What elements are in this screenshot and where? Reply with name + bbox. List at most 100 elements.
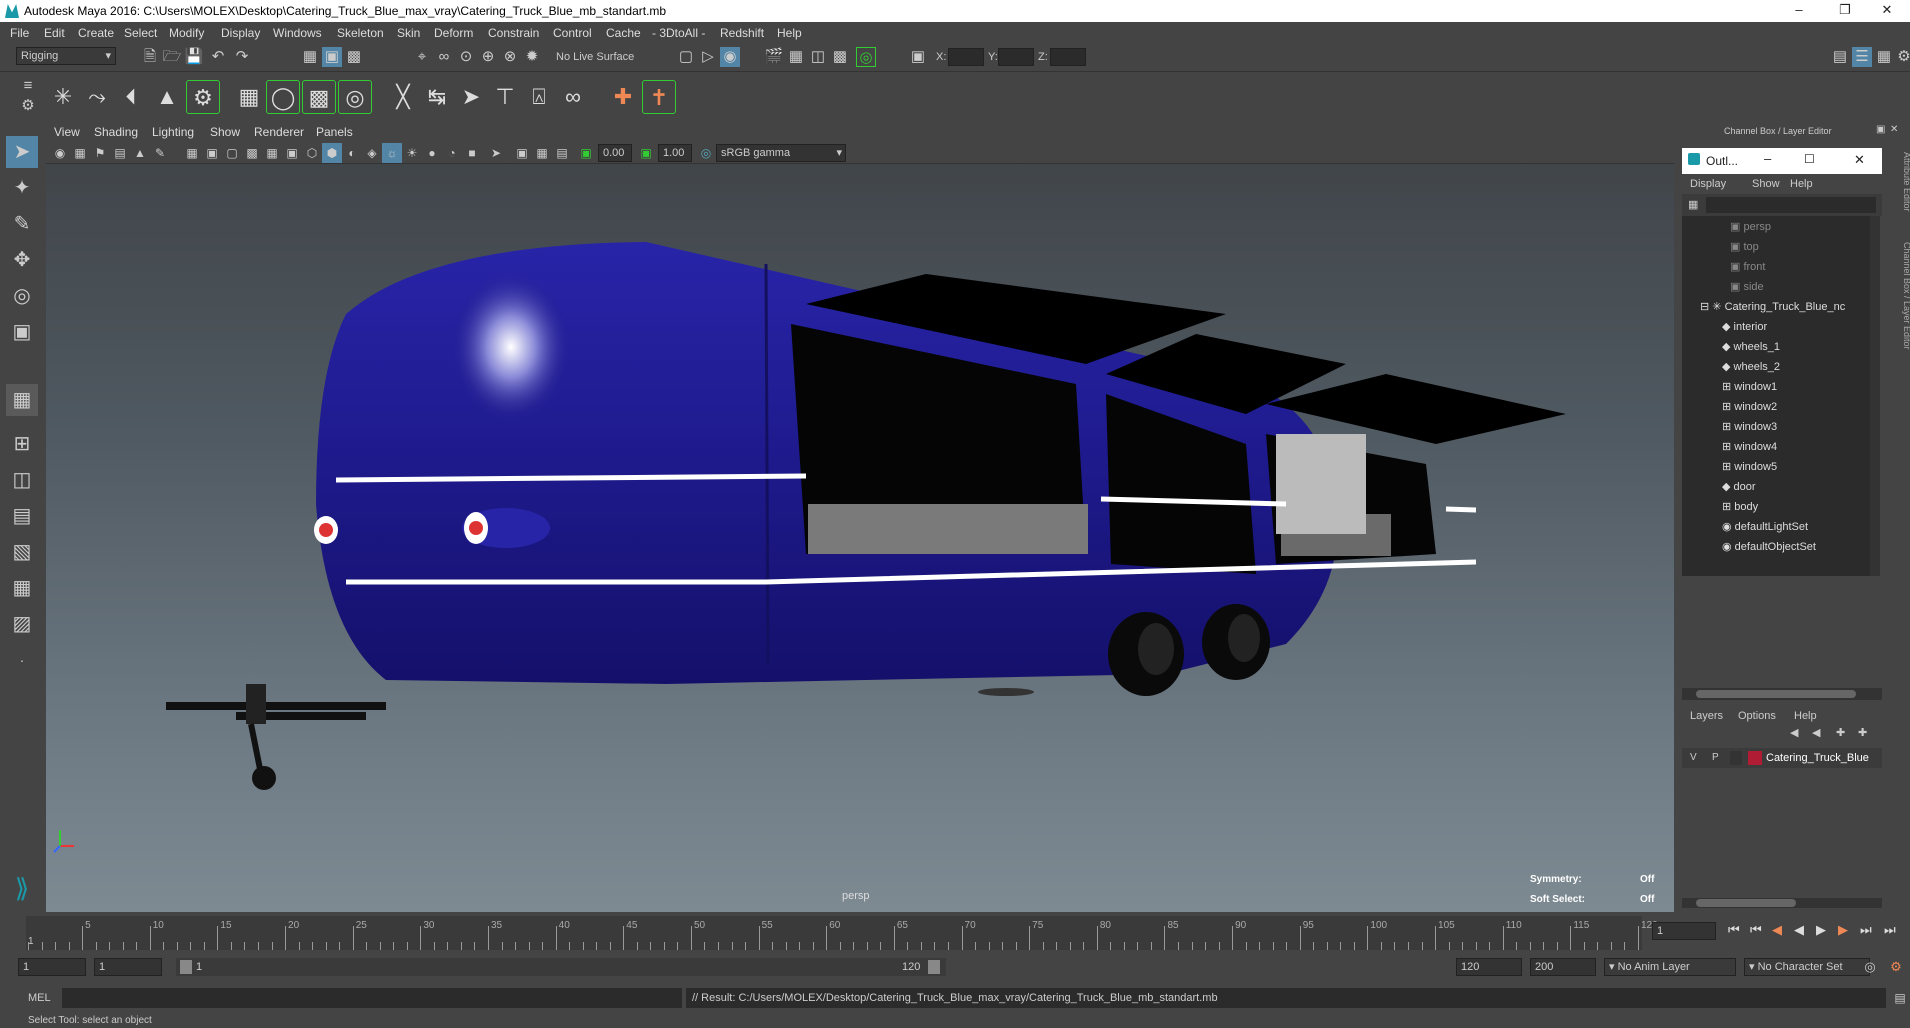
- command-input[interactable]: [62, 988, 682, 1008]
- undo-icon[interactable]: ↶: [208, 47, 228, 67]
- anim-end-field[interactable]: 200: [1530, 958, 1596, 976]
- snap-curve-icon[interactable]: ∞: [434, 47, 454, 67]
- film-gate-icon[interactable]: ▣: [202, 143, 222, 163]
- shelf-menu-icon[interactable]: ≡: [18, 76, 38, 96]
- menu-constrain[interactable]: Constrain: [488, 26, 539, 40]
- scrollbar-thumb[interactable]: [1696, 899, 1796, 907]
- outliner-item-interior[interactable]: ◆ interior: [1722, 320, 1767, 338]
- move-tool-icon[interactable]: ✥: [6, 244, 38, 276]
- outliner-menu-display[interactable]: Display: [1690, 178, 1726, 190]
- collapse-icon[interactable]: ⊟: [1700, 301, 1712, 313]
- outliner-item-window5[interactable]: ⊞ window5: [1722, 460, 1777, 478]
- vp-menu-view[interactable]: View: [54, 125, 80, 139]
- wireframe-icon[interactable]: ⬡: [302, 143, 322, 163]
- outliner-item-window4[interactable]: ⊞ window4: [1722, 440, 1777, 458]
- save-scene-icon[interactable]: 💾: [184, 47, 204, 67]
- outliner-close-icon[interactable]: ✕: [1854, 152, 1865, 168]
- outliner-item-window3[interactable]: ⊞ window3: [1722, 420, 1777, 438]
- expand-icon[interactable]: ⊞: [1722, 401, 1734, 413]
- layer-row[interactable]: V P Catering_Truck_Blue: [1682, 748, 1882, 768]
- range-start-handle[interactable]: [180, 960, 192, 974]
- scene-canvas[interactable]: [46, 164, 1674, 912]
- script-language-label[interactable]: MEL: [28, 992, 51, 1004]
- step-forward-key-icon[interactable]: ⏭: [1860, 922, 1872, 938]
- layers-menu-help[interactable]: Help: [1794, 710, 1817, 722]
- outliner-item-wheels-1[interactable]: ◆ wheels_1: [1722, 340, 1780, 358]
- step-forward-frame-icon[interactable]: ▶: [1838, 922, 1848, 938]
- lasso-tool-icon[interactable]: ✦: [6, 172, 38, 204]
- layer-type-toggle[interactable]: [1730, 751, 1742, 765]
- camera-attr-icon[interactable]: ▦: [70, 143, 90, 163]
- menu-modify[interactable]: Modify: [169, 26, 204, 40]
- ik-spline-icon[interactable]: ▲: [150, 80, 184, 114]
- point-constraint-icon[interactable]: ╳: [386, 80, 420, 114]
- ipr-render-icon[interactable]: ◉: [720, 47, 740, 67]
- minimize-button[interactable]: –: [1776, 0, 1822, 22]
- expand-icon[interactable]: ⊞: [1722, 421, 1734, 433]
- layer-color-swatch[interactable]: [1748, 751, 1762, 765]
- step-back-frame-icon[interactable]: ◀: [1772, 922, 1782, 938]
- menu-file[interactable]: File: [10, 26, 29, 40]
- exposure-field[interactable]: 0.00: [598, 144, 632, 162]
- skin-bind-icon[interactable]: ∞: [556, 80, 590, 114]
- shadows-icon[interactable]: ☀: [402, 143, 422, 163]
- vp-menu-panels[interactable]: Panels: [316, 125, 353, 139]
- isolate-select-icon[interactable]: ➤: [486, 143, 506, 163]
- z-input[interactable]: [1050, 48, 1086, 66]
- parent-constraint-icon[interactable]: ⊤: [488, 80, 522, 114]
- single-perspective-layout-icon[interactable]: ▦: [6, 384, 38, 416]
- backface-icon[interactable]: ▤: [552, 143, 572, 163]
- persp-outliner-layout-icon[interactable]: ◫: [6, 464, 38, 496]
- layers-menu-options[interactable]: Options: [1738, 710, 1776, 722]
- outliner-item-top[interactable]: ▣ top: [1730, 240, 1759, 258]
- menu-cache[interactable]: Cache: [606, 26, 641, 40]
- bookmark-icon[interactable]: ⚑: [90, 143, 110, 163]
- toggle-panel-icon[interactable]: ▤: [1830, 47, 1850, 67]
- render-view-icon[interactable]: ◫: [808, 47, 828, 67]
- insert-joint-icon[interactable]: ⤳: [80, 80, 114, 114]
- expand-icon[interactable]: ⊞: [1722, 461, 1734, 473]
- time-ruler[interactable]: 5 10 15 20 25 30 35 40 45 50 55 60 65 70 75 80 85 90 95 100…: [26, 916, 1658, 950]
- hypershade-icon[interactable]: ▦: [786, 47, 806, 67]
- snap-point-icon[interactable]: ⊙: [456, 47, 476, 67]
- expand-icon[interactable]: ⊞: [1722, 381, 1734, 393]
- play-backward-icon[interactable]: ◀: [1794, 922, 1804, 938]
- go-to-end-icon[interactable]: ⏭: [1884, 922, 1896, 938]
- outliner-item-body[interactable]: ⊞ body: [1722, 500, 1758, 518]
- channel-box-toggle-icon[interactable]: ☰: [1852, 47, 1872, 67]
- outliner-menu-show[interactable]: Show: [1752, 178, 1780, 190]
- attribute-editor-toggle-icon[interactable]: ▦: [1874, 47, 1894, 67]
- custom-layout-icon[interactable]: ▨: [6, 608, 38, 640]
- outliner-item-window2[interactable]: ⊞ window2: [1722, 400, 1777, 418]
- menu-deform[interactable]: Deform: [434, 26, 473, 40]
- xray-joints-icon[interactable]: ▦: [532, 143, 552, 163]
- color-management-icon[interactable]: ◎: [696, 143, 716, 163]
- restore-button[interactable]: ❐: [1822, 0, 1868, 22]
- outliner-item-side[interactable]: ▣ side: [1730, 280, 1764, 298]
- script-editor-icon[interactable]: ▤: [1890, 988, 1910, 1008]
- outliner-maximize-icon[interactable]: ☐: [1804, 152, 1815, 166]
- layer-visibility-toggle[interactable]: V: [1690, 752, 1697, 763]
- uv-layout-icon[interactable]: ▦: [6, 572, 38, 604]
- tool-settings-toggle-icon[interactable]: ⚙: [1894, 47, 1910, 67]
- anti-alias-icon[interactable]: ■: [462, 143, 482, 163]
- hypershade-layout-icon[interactable]: ▧: [6, 536, 38, 568]
- outliner-search-input[interactable]: [1706, 197, 1876, 213]
- locator-icon[interactable]: ⚙: [186, 80, 220, 114]
- select-hierarchy-icon[interactable]: ▦: [300, 47, 320, 67]
- go-to-start-icon[interactable]: ⏮: [1728, 922, 1740, 938]
- render-current-icon[interactable]: ▷: [698, 47, 718, 67]
- select-component-icon[interactable]: ▩: [344, 47, 364, 67]
- wrap-icon[interactable]: ▩: [302, 80, 336, 114]
- default-material-icon[interactable]: ◐: [342, 143, 362, 163]
- layout-options-icon[interactable]: ·: [6, 644, 38, 676]
- playback-end-field[interactable]: 120: [1456, 958, 1522, 976]
- scale-tool-icon[interactable]: ▣: [6, 316, 38, 348]
- menu-3dtoall[interactable]: - 3DtoAll -: [652, 26, 705, 40]
- pole-vector-icon[interactable]: ⍓: [522, 80, 556, 114]
- outliner-menu-help[interactable]: Help: [1790, 178, 1813, 190]
- outliner-item-front[interactable]: ▣ front: [1730, 260, 1765, 278]
- textured-icon[interactable]: ◈: [362, 143, 382, 163]
- image-plane-icon[interactable]: ▤: [110, 143, 130, 163]
- char-set-dropdown[interactable]: ▾ No Character Set: [1744, 958, 1870, 976]
